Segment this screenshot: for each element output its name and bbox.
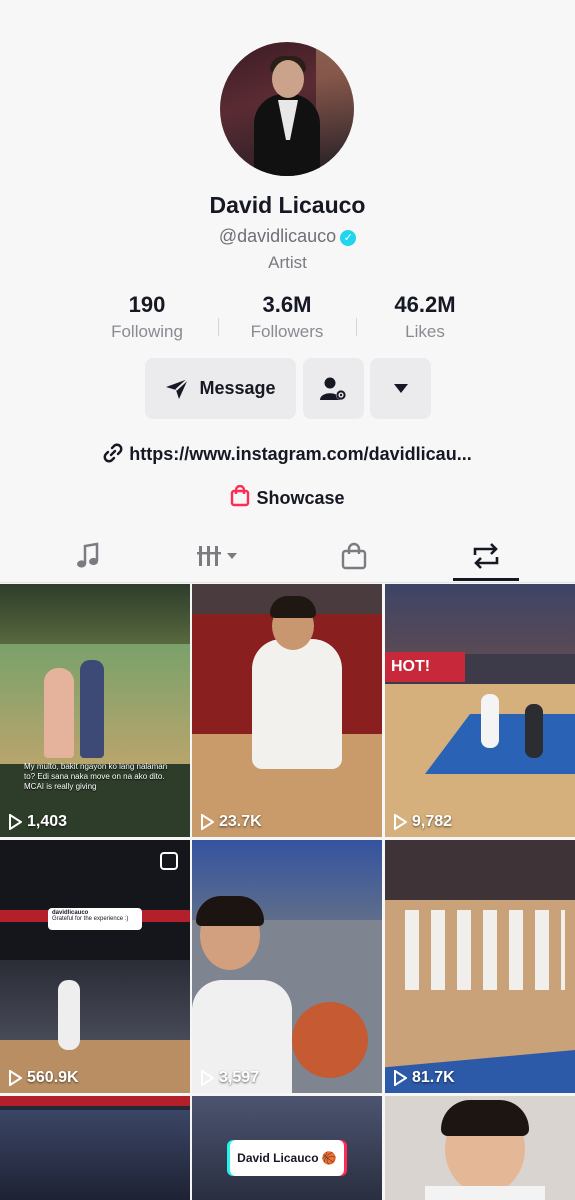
profile-bio: Artist	[268, 253, 307, 272]
view-count-text: 560.9K	[27, 1069, 79, 1086]
message-button[interactable]: Message	[145, 358, 296, 419]
caption-card-text: Grateful for the experience :)	[52, 916, 129, 922]
caret-down-icon	[393, 384, 408, 393]
add-friend-button[interactable]	[303, 358, 364, 419]
stat-followers-value: 3.6M	[262, 292, 312, 317]
avatar[interactable]	[220, 42, 354, 176]
play-icon	[201, 1070, 214, 1086]
music-note-icon	[77, 542, 99, 568]
video-thumbnail[interactable]: 3,597	[192, 840, 382, 1093]
video-thumbnail[interactable]: 23.7K	[192, 584, 382, 837]
video-thumbnail[interactable]	[385, 1096, 575, 1200]
play-icon	[394, 1070, 407, 1086]
view-count: 81.7K	[393, 1069, 455, 1087]
play-icon	[201, 814, 214, 830]
view-count-text: 81.7K	[412, 1069, 455, 1086]
play-icon	[9, 814, 22, 830]
showcase-link[interactable]: Showcase	[0, 484, 575, 509]
stat-divider	[218, 318, 219, 336]
tab-music[interactable]	[58, 538, 118, 574]
message-button-label: Message	[199, 378, 276, 398]
stat-following-label: Following	[111, 322, 183, 341]
verified-badge-icon: ✓	[340, 230, 357, 246]
video-thumbnail[interactable]: 81.7K	[385, 840, 575, 1093]
video-thumbnail[interactable]: davidlicauco Grateful for the experience…	[0, 840, 190, 1093]
stat-likes[interactable]: 46.2M Likes	[365, 292, 485, 342]
shopping-bag-icon	[231, 484, 250, 507]
profile-header: David Licauco @davidlicauco ✓ Artist 190 …	[0, 0, 575, 530]
view-count: 9,782	[393, 813, 452, 831]
handle-text: @davidlicauco	[218, 226, 337, 246]
stat-followers-label: Followers	[250, 322, 324, 341]
view-count: 23.7K	[200, 813, 262, 831]
stat-likes-label: Likes	[405, 322, 445, 341]
stat-divider	[356, 318, 357, 336]
stat-likes-value: 46.2M	[394, 292, 456, 317]
repost-icon	[473, 543, 499, 569]
profile-tabs	[0, 530, 575, 583]
caption-card: davidlicauco Grateful for the experience…	[48, 908, 142, 930]
video-grid: My multo, bakit ngayon ko lang nalaman t…	[0, 584, 575, 1200]
more-options-button[interactable]	[370, 358, 431, 419]
send-icon	[166, 377, 190, 399]
bio-link-text: https://www.instagram.com/davidlicau...	[129, 444, 472, 464]
tab-shop[interactable]	[324, 538, 384, 574]
profile-name: David Licauco	[209, 192, 366, 218]
link-icon	[103, 443, 123, 463]
bio-link[interactable]: https://www.instagram.com/davidlicau...	[0, 443, 575, 465]
play-icon	[394, 814, 407, 830]
view-count: 1,403	[8, 813, 67, 831]
video-thumbnail[interactable]: David Licauco 🏀	[192, 1096, 382, 1200]
shopping-bag-icon	[341, 542, 367, 570]
grid-filter-icon	[197, 546, 237, 566]
play-icon	[9, 1070, 22, 1086]
title-card: David Licauco 🏀	[230, 1140, 344, 1176]
video-thumbnail[interactable]	[0, 1096, 190, 1200]
tab-videos[interactable]	[190, 538, 250, 574]
view-count: 560.9K	[8, 1069, 79, 1087]
tab-reposts[interactable]	[456, 538, 516, 574]
profile-handle: @davidlicauco ✓	[0, 226, 575, 247]
video-thumbnail[interactable]: My multo, bakit ngayon ko lang nalaman t…	[0, 584, 190, 837]
multi-photo-icon	[160, 852, 178, 870]
view-count: 3,597	[200, 1069, 259, 1087]
view-count-text: 23.7K	[219, 813, 262, 830]
video-thumbnail[interactable]: HOT! 9,782	[385, 584, 575, 837]
view-count-text: 9,782	[412, 813, 453, 830]
stat-followers[interactable]: 3.6M Followers	[227, 292, 347, 342]
user-settings-icon	[319, 377, 346, 400]
arena-banner: HOT!	[391, 658, 431, 675]
showcase-label: Showcase	[256, 488, 345, 508]
view-count-text: 1,403	[27, 813, 68, 830]
stat-following-value: 190	[128, 292, 166, 317]
stat-following[interactable]: 190 Following	[87, 292, 207, 342]
view-count-text: 3,597	[219, 1069, 260, 1086]
video-caption: My multo, bakit ngayon ko lang nalaman t…	[24, 762, 168, 791]
active-tab-indicator	[453, 578, 519, 581]
